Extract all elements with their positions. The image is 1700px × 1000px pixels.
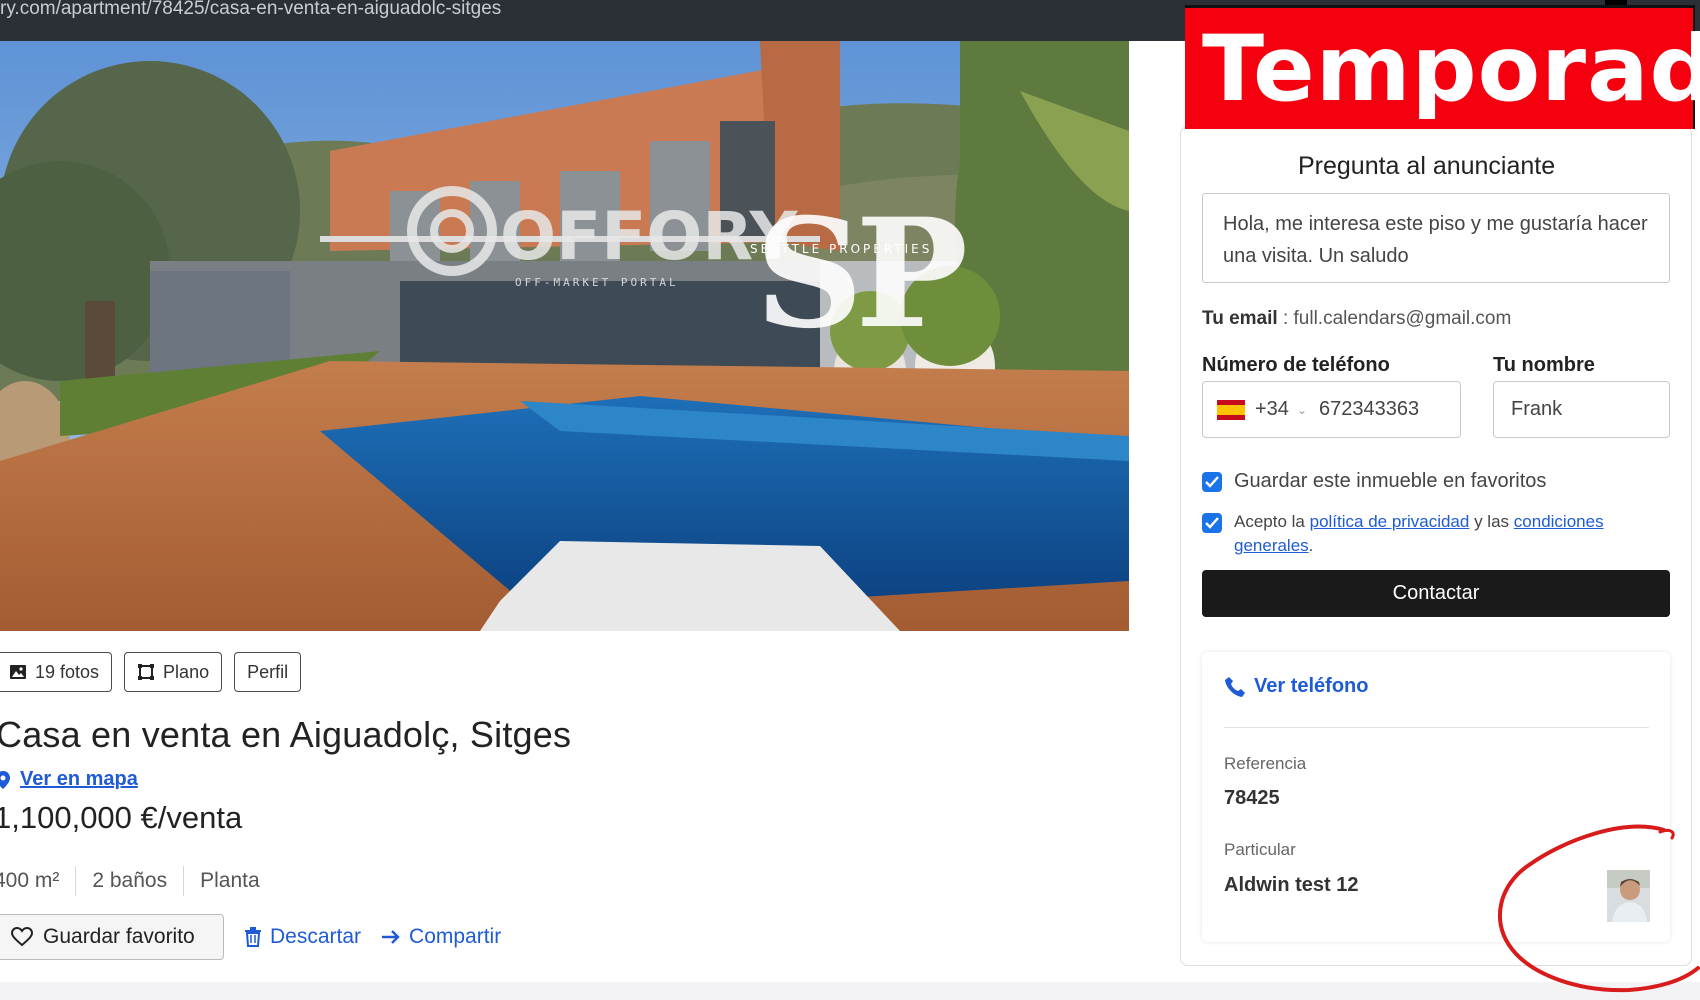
profile-button-label: Perfil [247,661,289,682]
chevron-down-icon[interactable]: ⌄ [1297,403,1307,417]
plan-button-label: Plano [163,661,210,682]
contact-form-title: Pregunta al anunciante [1298,152,1556,180]
email-label: Tu email [1202,308,1278,329]
map-link-label: Ver en mapa [20,768,138,790]
privacy-policy-link[interactable]: política de privacidad [1310,512,1470,531]
trash-icon [245,927,261,947]
gallery-buttons: 19 fotos Plano Perfil [0,652,302,692]
share-label: Compartir [409,925,502,948]
show-phone-link[interactable]: Ver teléfono [1224,675,1368,698]
discard-button[interactable]: Descartar [244,925,361,949]
accept-terms-checkbox[interactable] [1202,513,1222,533]
feature-divider [75,866,77,896]
photos-button-label: 19 fotos [35,661,100,682]
photos-button[interactable]: 19 fotos [0,652,113,692]
season-banner: Temporada [1185,5,1700,129]
name-label: Tu nombre [1493,354,1595,376]
reference-value: 78425 [1224,787,1280,809]
phone-field[interactable]: +34 ⌄ 672343363 [1202,381,1461,438]
annotation-circle [1497,824,1700,993]
name-field[interactable]: Frank [1493,381,1670,438]
accept-text-end: . [1308,536,1314,555]
feature-divider [183,866,185,896]
phone-prefix[interactable]: +34 [1255,398,1289,421]
listing-title: Casa en venta en Aiguadolç, Sitges [0,714,572,755]
card-divider [1224,727,1649,728]
email-colon: : [1282,308,1294,329]
checkmark-icon [1205,476,1219,488]
property-photo-illustration: OFFORY OFF-MARKET PORTAL SP SEATTLE PROP… [0,41,1129,631]
map-link[interactable]: Ver en mapa [0,768,138,791]
email-line: Tu email : full.calendars@gmail.com [1202,308,1511,330]
feature-bathrooms: 2 baños [92,869,168,892]
save-favorite-checkbox-label: Guardar este inmueble en favoritos [1234,470,1547,492]
phone-value[interactable]: 672343363 [1319,398,1419,421]
save-favorite-button[interactable]: Guardar favorito [0,914,224,960]
accept-terms-text: Acepto la política de privacidad y las c… [1234,510,1664,558]
spain-flag-icon[interactable] [1217,399,1245,420]
accept-text-start: Acepto la [1234,512,1305,531]
offory-logo-text: OFFORY [500,198,799,275]
floorplan-icon [138,664,155,680]
reference-label: Referencia [1224,754,1307,773]
map-pin-icon [0,770,10,789]
heart-icon [11,927,33,947]
page-bottom-strip [0,982,1700,1000]
discard-label: Descartar [270,925,362,948]
message-textarea[interactable]: Hola, me interesa este piso y me gustarí… [1202,193,1670,283]
listing-actions: Guardar favorito Descartar Compartir [0,914,501,960]
plan-button[interactable]: Plano [124,652,223,692]
listing-price: 1,100,000 €/venta [0,800,243,835]
feature-area: 400 m² [0,869,60,892]
season-banner-text: Temporada [1202,17,1700,122]
sp-watermark-letters: SP [755,186,965,362]
property-photo[interactable]: OFFORY OFF-MARKET PORTAL SP SEATTLE PROP… [0,41,1129,631]
save-favorite-checkbox[interactable] [1202,472,1222,492]
checkmark-icon [1205,517,1219,529]
arrow-right-icon [382,930,400,944]
image-icon [10,665,26,679]
phone-label: Número de teléfono [1202,354,1390,376]
listing-features: 400 m² 2 baños Planta [0,866,260,896]
feature-floor: Planta [200,869,260,892]
save-favorite-label: Guardar favorito [43,925,195,948]
profile-button[interactable]: Perfil [234,652,302,692]
share-button[interactable]: Compartir [381,925,501,949]
advertiser-name: Aldwin test 12 [1224,874,1359,896]
phone-icon [1225,676,1245,697]
seattle-properties-watermark: SEATTLE PROPERTIES [750,242,932,256]
advertiser-type-label: Particular [1224,840,1296,859]
email-value: full.calendars@gmail.com [1293,308,1512,329]
show-phone-label: Ver teléfono [1254,675,1369,697]
url-text[interactable]: ry.com/apartment/78425/casa-en-venta-en-… [0,0,501,18]
offory-logo-subtext: OFF-MARKET PORTAL [515,276,679,289]
accept-text-middle: y las [1474,512,1510,531]
contact-button[interactable]: Contactar [1202,570,1670,617]
